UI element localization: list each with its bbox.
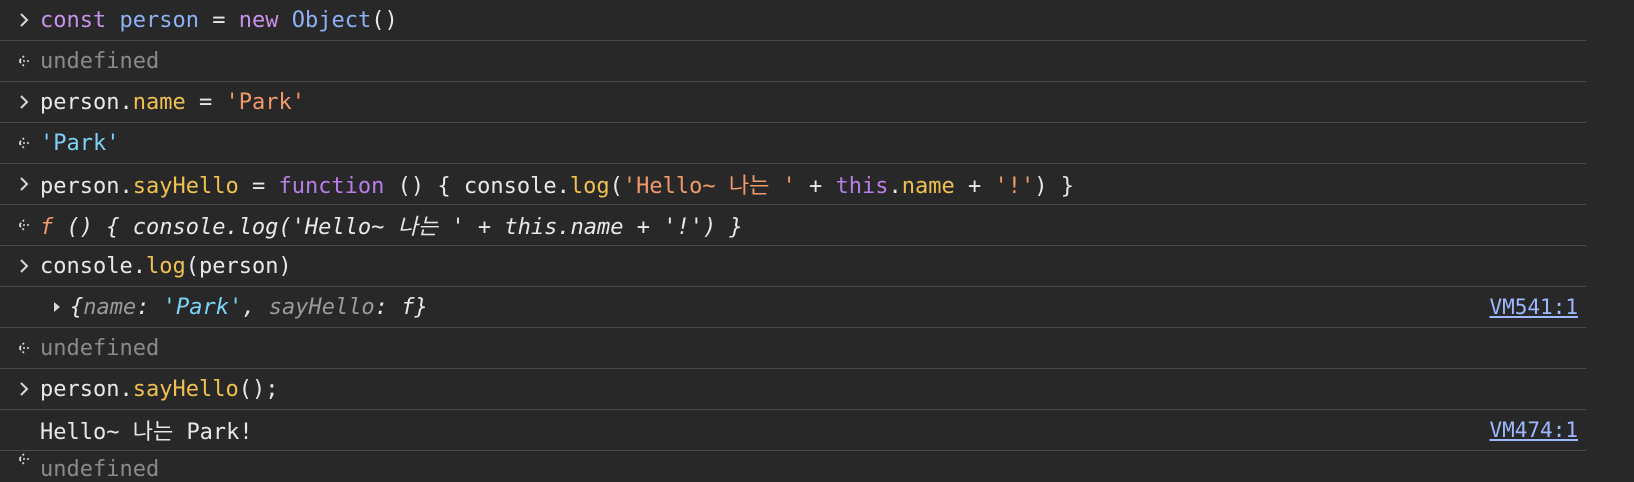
chevron-right-icon [14,246,34,286]
chevron-right-icon [14,0,34,40]
return-arrow-icon [14,41,34,81]
return-arrow-icon [14,205,34,245]
triangle-right-icon[interactable] [52,295,62,320]
result-value: undefined [40,457,160,482]
variable-token: person [119,7,199,33]
punctuation-token: . [132,253,146,279]
console-result-row: undefined [0,451,1586,482]
chevron-right-icon [14,82,34,122]
punctuation-token: (person) [185,253,292,279]
result-value: undefined [40,48,160,74]
property-token: log [145,253,186,279]
keyword-token: const [40,7,107,33]
return-arrow-icon [14,328,34,368]
console-result-row: f () { console.log('Hello~ 나는 ' + this.n… [0,205,1586,246]
punctuation-token: () [371,7,398,33]
punctuation-token: (); [238,376,279,402]
devtools-console: const person = new Object() undefined pe… [0,0,1634,482]
object-key: name [83,294,137,320]
property-token: sayHello [132,376,239,402]
function-source: () { console.log('Hello~ 나는 ' + this.nam… [53,215,743,240]
brace-token: } [414,294,428,320]
string-token: 'Hello~ 나는 ' [622,174,796,199]
object-key: sayHello [268,294,375,320]
variable-token: console [40,253,133,279]
result-value: undefined [40,335,160,361]
log-message: Hello~ 나는 Park! [40,420,253,445]
string-token: '!' [994,174,1035,199]
punctuation-token: : [374,294,402,320]
return-arrow-icon [14,451,34,481]
variable-token: console [463,174,557,199]
class-token: Object [291,7,372,33]
variable-token: person [40,376,120,402]
object-value: f [401,294,415,320]
console-input-row[interactable]: const person = new Object() [0,0,1586,41]
console-input-row[interactable]: person.sayHello(); [0,369,1586,410]
variable-token: person [40,174,120,199]
source-link[interactable]: VM474:1 [1489,418,1578,442]
chevron-right-icon [14,369,34,409]
punctuation-token: . [888,174,902,199]
result-value: 'Park' [40,130,120,156]
return-arrow-icon [14,123,34,163]
brace-token: { [70,294,84,320]
punctuation-token: ) } [1034,174,1075,199]
punctuation-token: : [136,294,163,320]
function-marker: f [40,215,54,240]
console-input-row[interactable]: console.log(person) [0,246,1586,287]
input-code: person.sayHello(); [40,377,278,402]
console-input-row[interactable]: person.sayHello = function () { console.… [0,164,1586,205]
chevron-right-icon [14,164,34,204]
operator-token: + [795,174,836,199]
keyword-token: new [238,7,279,33]
object-value: 'Park' [162,294,243,320]
console-result-row: undefined [0,41,1586,82]
punctuation-token: , [242,294,269,320]
input-code: const person = new Object() [40,8,398,33]
keyword-token: function [278,174,385,199]
variable-token: person [40,89,120,115]
input-code: person.sayHello = function () { console.… [40,168,1074,200]
keyword-token: this [835,174,889,199]
operator-token: = [198,7,239,33]
console-log-row: Hello~ 나는 Park! VM474:1 [0,410,1586,451]
property-token: name [901,174,955,199]
property-token: name [132,89,186,115]
property-token: log [569,174,610,199]
result-value: f () { console.log('Hello~ 나는 ' + this.n… [40,209,743,241]
log-object[interactable]: {name: 'Park', sayHello: f} [52,295,428,320]
console-result-row: undefined [0,328,1586,369]
punctuation-token: ( [609,174,623,199]
console-result-row: 'Park' [0,123,1586,164]
operator-token: = [185,89,226,115]
operator-token: + [954,174,995,199]
punctuation-token: . [119,376,133,402]
punctuation-token: . [119,174,133,199]
punctuation-token: . [556,174,570,199]
punctuation-token: () { [384,174,464,199]
input-code: console.log(person) [40,254,292,279]
console-input-row[interactable]: person.name = 'Park' [0,82,1586,123]
string-token: 'Park' [225,89,305,115]
input-code: person.name = 'Park' [40,90,305,115]
punctuation-token: . [119,89,133,115]
source-link[interactable]: VM541:1 [1489,295,1578,319]
property-token: sayHello [132,174,239,199]
console-log-row[interactable]: {name: 'Park', sayHello: f} VM541:1 [0,287,1586,328]
operator-token: = [238,174,279,199]
